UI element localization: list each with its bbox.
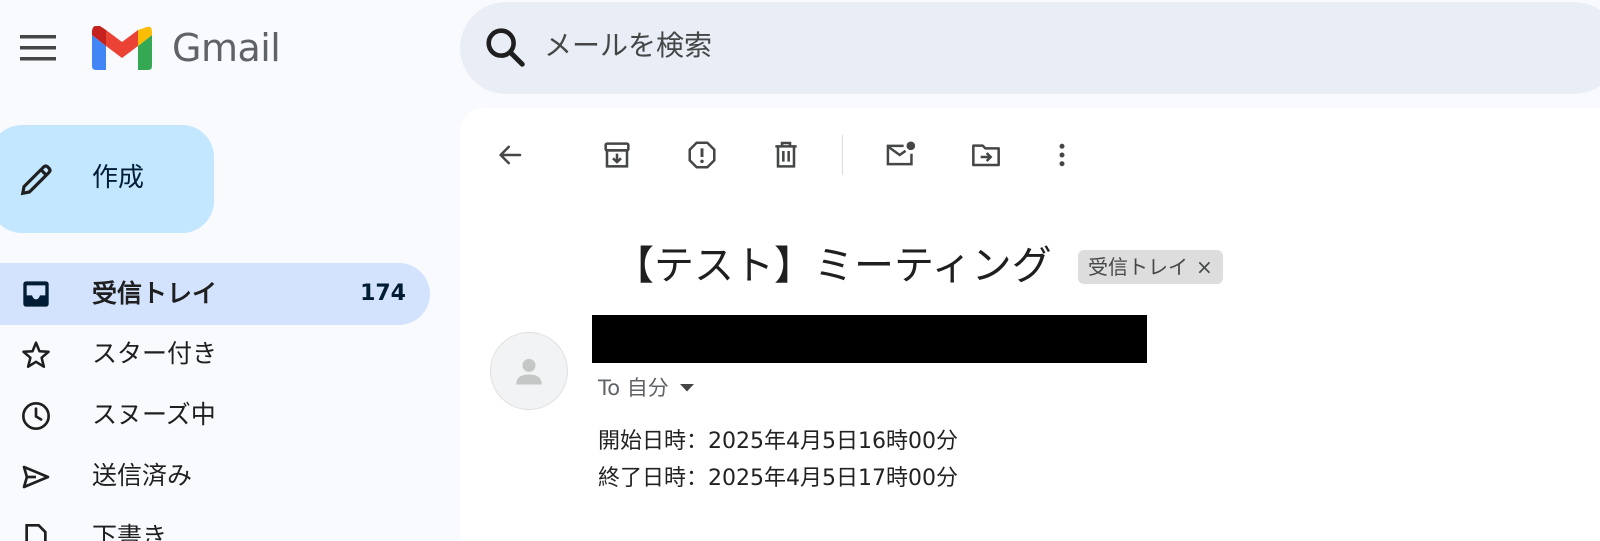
sidebar-item-label: 受信トレイ: [92, 279, 218, 308]
mark-unread-button[interactable]: [877, 131, 925, 179]
more-options-button[interactable]: [1038, 131, 1086, 179]
inbox-icon: [20, 278, 52, 310]
move-to-icon: [972, 144, 1000, 167]
mark-unread-icon: [886, 141, 916, 166]
send-icon: [20, 461, 52, 493]
sidebar-item-label: スター付き: [92, 339, 218, 368]
delete-icon: [775, 141, 797, 168]
archive-button[interactable]: [593, 131, 641, 179]
sidebar-item-label: 下書き: [92, 522, 168, 541]
archive-icon: [604, 142, 630, 168]
recipient-line: To 自分: [598, 376, 669, 400]
sidebar-item-sent[interactable]: 送信済み: [0, 445, 430, 507]
gmail-wordmark[interactable]: Gmail: [172, 26, 281, 70]
main-menu-button[interactable]: [10, 20, 66, 76]
report-spam-button[interactable]: [678, 131, 726, 179]
hamburger-menu-icon: [20, 35, 56, 61]
compose-label: 作成: [92, 163, 145, 193]
label-chip-inbox[interactable]: 受信トレイ ×: [1078, 250, 1223, 284]
draft-icon: [20, 522, 52, 541]
remove-label-button[interactable]: ×: [1196, 250, 1213, 284]
toolbar-divider: [842, 135, 843, 175]
delete-button[interactable]: [762, 131, 810, 179]
star-icon: [20, 339, 52, 371]
sidebar-item-label: スヌーズ中: [92, 400, 216, 429]
sidebar-item-drafts[interactable]: 下書き: [0, 506, 430, 541]
message-subject: 【テスト】ミーティング: [614, 243, 1052, 289]
report-spam-icon: [688, 141, 716, 169]
person-icon: [516, 358, 542, 385]
gmail-logo-icon[interactable]: [92, 26, 152, 70]
back-arrow-icon: [499, 145, 522, 165]
search-input[interactable]: メールを検索: [544, 26, 712, 66]
message-body-line: 終了日時：2025年4月5日17時00分: [598, 466, 958, 491]
back-button[interactable]: [486, 131, 534, 179]
more-vert-icon: [1059, 143, 1065, 167]
clock-icon: [20, 400, 52, 432]
sender-avatar[interactable]: [490, 332, 568, 410]
sidebar-item-starred[interactable]: スター付き: [0, 323, 430, 385]
recipient-details-toggle[interactable]: To 自分: [598, 372, 695, 404]
pencil-icon: [18, 160, 56, 198]
label-chip-text: 受信トレイ: [1088, 255, 1188, 279]
sender-name-redacted: [592, 315, 1147, 363]
caret-down-icon: [679, 384, 694, 392]
sidebar-item-label: 送信済み: [92, 461, 193, 490]
search-icon[interactable]: [482, 24, 528, 70]
sidebar-item-snoozed[interactable]: スヌーズ中: [0, 384, 430, 446]
inbox-unread-count: 174: [360, 281, 406, 306]
message-body-line: 開始日時：2025年4月5日16時00分: [598, 429, 958, 454]
sidebar-item-inbox[interactable]: 受信トレイ 174: [0, 263, 430, 325]
move-to-button[interactable]: [962, 131, 1010, 179]
